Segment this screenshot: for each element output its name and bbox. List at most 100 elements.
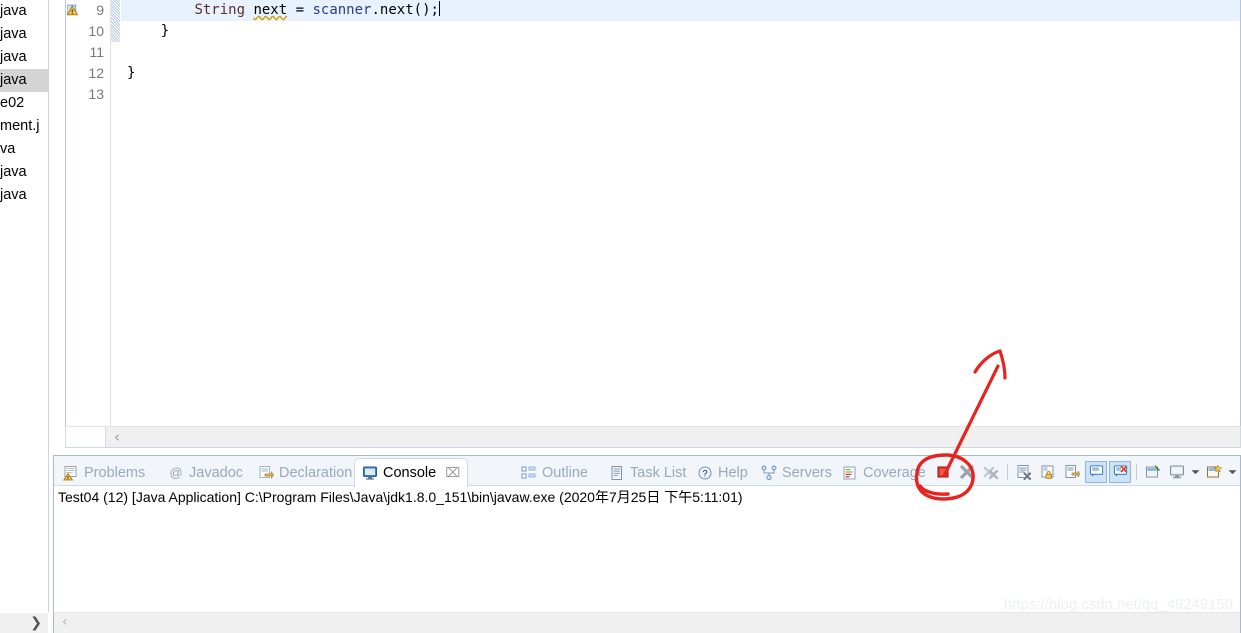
tab-label: Declaration [279,464,353,481]
tab-console[interactable]: Console ⌧ [354,458,469,487]
servers-icon [761,465,777,480]
java-editor: 9 10 11 12 13 String next = scanner.next… [53,0,1241,452]
code-line-9[interactable]: String next = scanner.next(); [121,0,1240,21]
clear-console-button[interactable] [1013,461,1035,483]
tab-problems[interactable]: Problems [56,459,152,486]
remove-launch-button[interactable] [956,461,978,483]
token-dot: . [371,2,380,18]
tab-label: Javadoc [189,464,244,481]
close-icon[interactable]: ⌧ [445,466,460,481]
tab-label: Outline [542,464,588,481]
javadoc-icon: @ [169,465,182,480]
warning-marker-icon[interactable] [67,2,81,17]
open-console-icon [1207,464,1222,477]
sidebar-item[interactable]: java [0,184,48,207]
scroll-right-arrow-icon[interactable]: ❯ [30,615,42,631]
open-console-button[interactable] [1203,461,1225,483]
scroll-lock-icon [1041,465,1054,479]
sidebar-item[interactable]: java [0,46,48,69]
scroll-left-arrow-icon[interactable]: ‹ [114,428,120,446]
editor-horizontal-scrollbar[interactable]: ‹ [65,426,1241,448]
sidebar-item[interactable]: e02 [0,92,48,115]
terminate-icon [937,465,949,478]
console-horizontal-scrollbar[interactable]: ‹ [54,612,1240,633]
scroll-lock-button[interactable] [1037,461,1059,483]
scroll-left-arrow-icon[interactable]: ‹ [62,614,68,630]
package-explorer-sidebar[interactable]: java java java java e02 ment.j va java j… [0,0,48,612]
line-number: 13 [88,86,104,102]
tab-label: Problems [84,464,146,481]
token-object: scanner [312,2,372,18]
display-selected-console-icon [1170,465,1184,478]
change-marker [111,21,120,42]
display-selected-console-button[interactable] [1166,461,1188,483]
text-caret [438,1,440,16]
show-console-on-error-button[interactable] [1109,460,1131,483]
token-variable: next [253,2,288,18]
tab-label: Help [718,464,748,481]
open-console-dropdown[interactable] [1227,462,1238,482]
svg-text:?: ? [702,468,707,478]
svg-text:@: @ [169,465,182,480]
eclipse-ide-window: java java java java e02 ment.j va java j… [0,0,1241,633]
tab-help[interactable]: ? ? Help [690,459,755,486]
sidebar-item-selected[interactable]: java [0,69,48,92]
tab-label: Servers [782,464,832,481]
token-operator: = [287,2,313,18]
show-console-on-output-button[interactable] [1085,460,1107,483]
view-tab-bar: Problems @ Javadoc Declaration Console ⌧… [54,456,1240,487]
tab-javadoc[interactable]: @ Javadoc [161,459,250,486]
code-line-11[interactable] [121,42,1240,63]
console-view-panel: Problems @ Javadoc Declaration Console ⌧… [53,455,1241,633]
tasklist-icon [611,465,622,480]
tab-servers[interactable]: Servers [754,459,839,486]
word-wrap-button[interactable] [1061,461,1083,483]
pin-console-icon [1146,464,1161,477]
remove-launch-x-icon [960,464,974,479]
problems-icon [63,465,77,480]
tab-label: Task List [630,464,687,481]
tab-declaration[interactable]: Declaration [251,459,359,486]
change-marker [111,0,120,21]
outline-icon [521,466,536,478]
console-toolbar [932,459,1238,484]
scrollbar-thumb[interactable] [66,427,106,447]
editor-line-number-gutter: 9 10 11 12 13 [66,0,111,433]
sidebar-item[interactable]: va [0,138,48,161]
sidebar-divider [48,0,49,612]
tab-coverage[interactable]: Coverage [835,459,933,486]
editor-frame: 9 10 11 12 13 String next = scanner.next… [65,0,1241,434]
tab-task-list[interactable]: Task List [602,459,693,486]
sidebar-item[interactable]: java [0,161,48,184]
console-icon [363,466,377,480]
chevron-down-icon [1191,469,1200,474]
word-wrap-icon [1065,464,1080,478]
editor-code-area[interactable]: String next = scanner.next(); } } [121,0,1240,433]
toolbar-separator [1007,463,1008,480]
sidebar-horizontal-scrollbar[interactable]: ❯ [0,612,48,633]
help-icon: ? ? [698,466,712,479]
tab-label: Coverage [863,464,926,481]
line-number: 11 [89,44,104,60]
token-type: String [194,2,246,18]
terminate-button[interactable] [932,461,954,483]
pin-console-button[interactable] [1142,461,1164,483]
remove-all-launches-button[interactable] [980,461,1002,483]
code-line-13[interactable] [121,84,1240,105]
console-output-area[interactable] [54,509,1240,611]
sidebar-item[interactable]: ment.j [0,115,48,138]
coverage-icon [843,466,856,479]
sidebar-item[interactable]: java [0,0,48,23]
code-line-10[interactable]: } [121,21,1240,42]
tab-outline[interactable]: Outline [514,459,595,486]
show-console-stderr-icon [1113,465,1127,477]
sidebar-item[interactable]: java [0,23,48,46]
launch-configuration-line: Test04 (12) [Java Application] C:\Progra… [58,489,743,505]
code-line-12[interactable]: } [121,63,1240,84]
clear-console-icon [1017,464,1032,480]
display-selected-console-dropdown[interactable] [1190,462,1201,482]
line-number: 12 [88,65,104,81]
token-tail: (); [413,2,439,18]
remove-all-launches-icon [983,466,999,479]
